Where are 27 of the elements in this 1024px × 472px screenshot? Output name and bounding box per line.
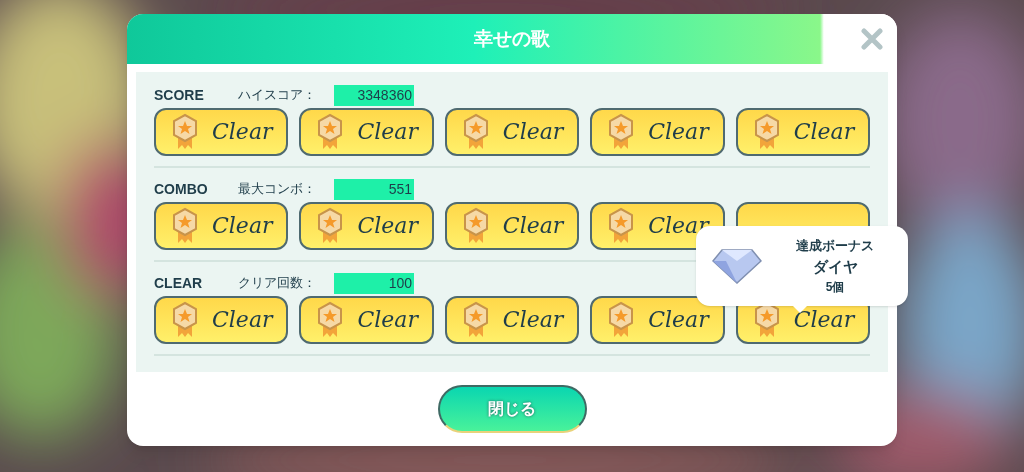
clear-label: Clear <box>648 309 709 331</box>
stat-label: クリア回数： <box>238 274 317 293</box>
stat-value: 100 <box>334 272 414 294</box>
bonus-item: ダイヤ <box>812 256 858 277</box>
clear-label: Clear <box>793 309 855 331</box>
stat-label: ハイスコア： <box>238 86 317 105</box>
clear-label: Clear <box>357 215 418 237</box>
clear-label: Clear <box>502 121 564 143</box>
clear-label: Clear <box>793 121 855 143</box>
section-label: COMBO <box>154 179 209 199</box>
stat-value: 3348360 <box>334 84 414 106</box>
clear-label: Clear <box>212 309 273 331</box>
clear-label: Clear <box>502 215 564 237</box>
bonus-count: 5個 <box>825 279 845 296</box>
stat-label: 最大コンボ： <box>238 180 317 199</box>
section-label: CLEAR <box>154 273 204 293</box>
clear-label: Clear <box>357 309 418 331</box>
tooltip-heading: 達成ボーナス <box>796 237 874 255</box>
dialog-title: 幸せの歌 <box>474 26 550 51</box>
clear-label: Clear <box>648 215 709 237</box>
section-label: SCORE <box>154 85 205 105</box>
clear-label: Clear <box>212 121 273 143</box>
clear-label: Clear <box>648 121 709 143</box>
clear-label: Clear <box>357 121 418 143</box>
stat-value: 551 <box>334 178 414 200</box>
clear-label: Clear <box>502 309 564 331</box>
clear-label: Clear <box>212 215 273 237</box>
